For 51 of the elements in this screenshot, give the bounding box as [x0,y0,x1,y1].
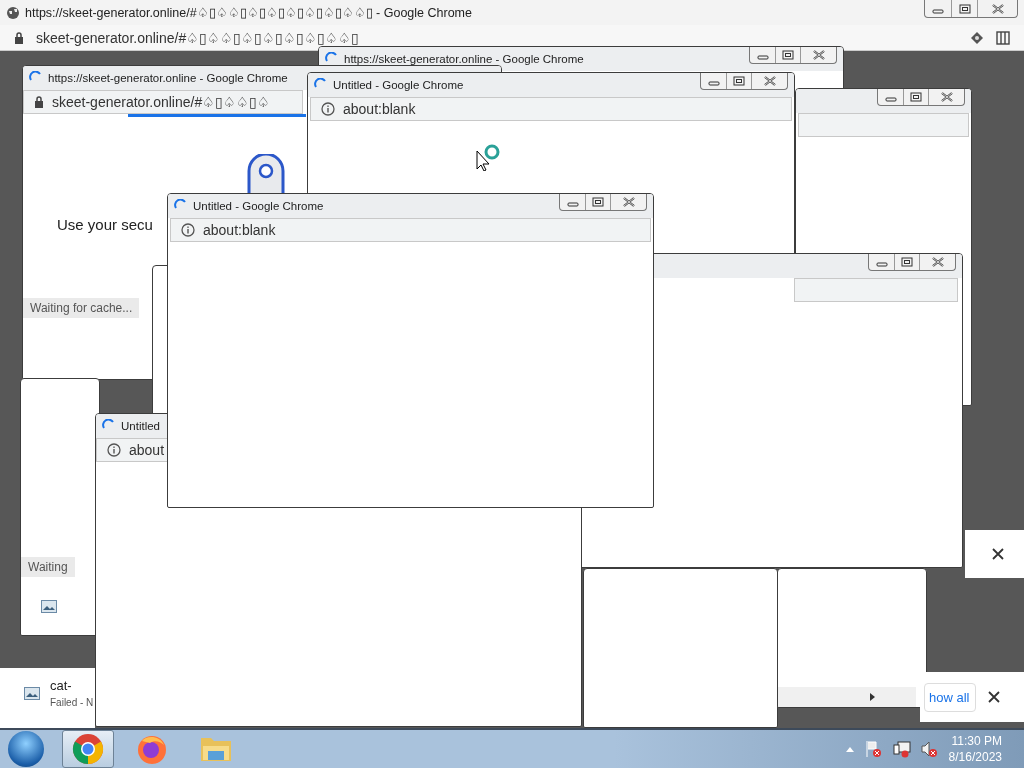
url-text: skeet-generator.online/#♤▯♤♤▯♤ [52,94,271,110]
download-name[interactable]: cat- [50,678,94,693]
image-icon [24,686,40,700]
status-bubble: Waiting [21,557,75,577]
address-bar[interactable]: skeet-generator.online/#♤▯♤♤▯♤ [23,90,303,114]
image-icon [41,600,57,613]
status-bubble: Waiting for cache... [23,298,140,318]
address-bar[interactable]: about [96,438,168,462]
maximize-icon [901,257,913,267]
window-title: https://skeet-generator.online - Google Chrome [344,53,584,65]
window-title: Untitled - Google Chrome [193,200,324,212]
download-status: Failed - N [50,697,94,708]
url-text: about:blank [343,101,416,117]
close-icon [990,3,1005,14]
maximize-icon [592,197,604,207]
window-title: https://skeet-generator.online/#♤▯♤♤▯♤▯♤▯♤▯♤▯♤▯♤♤▯ - Google Chrome [25,5,472,20]
chrome-icon [72,733,104,765]
speaker-muted-icon[interactable] [920,740,939,758]
close-icon [992,548,1004,560]
window-title: https://skeet-generator.online - Google Chrome [48,72,288,84]
scroll-right-icon[interactable] [868,692,876,702]
window-title: Untitled - Google Chrome [333,79,464,91]
start-button[interactable] [8,731,44,767]
maximize-icon [958,3,971,14]
url-text: about:blank [203,222,276,238]
extension-icon[interactable] [970,30,984,45]
window-title: Untitled [121,420,160,432]
address-bar[interactable]: about:blank [310,97,792,121]
maximize-icon [910,92,922,102]
firefox-icon [136,733,168,765]
close-icon [988,691,1001,703]
address-bar[interactable]: about:blank [170,218,651,242]
scroll-bar[interactable] [778,687,916,707]
show-all-link[interactable]: how all [924,682,977,712]
close-icon [762,76,777,86]
close-icon [939,92,954,102]
close-button[interactable] [990,546,1006,562]
page-text: Use your secu [57,216,153,233]
busy-cursor-icon [476,143,502,171]
url-text: about [129,442,165,458]
maximize-icon [782,50,794,60]
close-button[interactable] [986,689,1003,705]
url-text: skeet-generator.online/#♤▯♤♤▯♤▯♤▯♤▯♤▯♤♤▯ [36,29,361,46]
taskbar-app-button[interactable] [62,730,114,768]
flag-icon[interactable] [864,740,883,758]
maximize-icon [733,76,745,86]
close-icon [930,257,945,267]
close-icon [811,50,826,60]
close-icon [621,197,636,207]
sidebar-icon[interactable] [996,30,1010,45]
network-icon[interactable] [892,740,911,758]
